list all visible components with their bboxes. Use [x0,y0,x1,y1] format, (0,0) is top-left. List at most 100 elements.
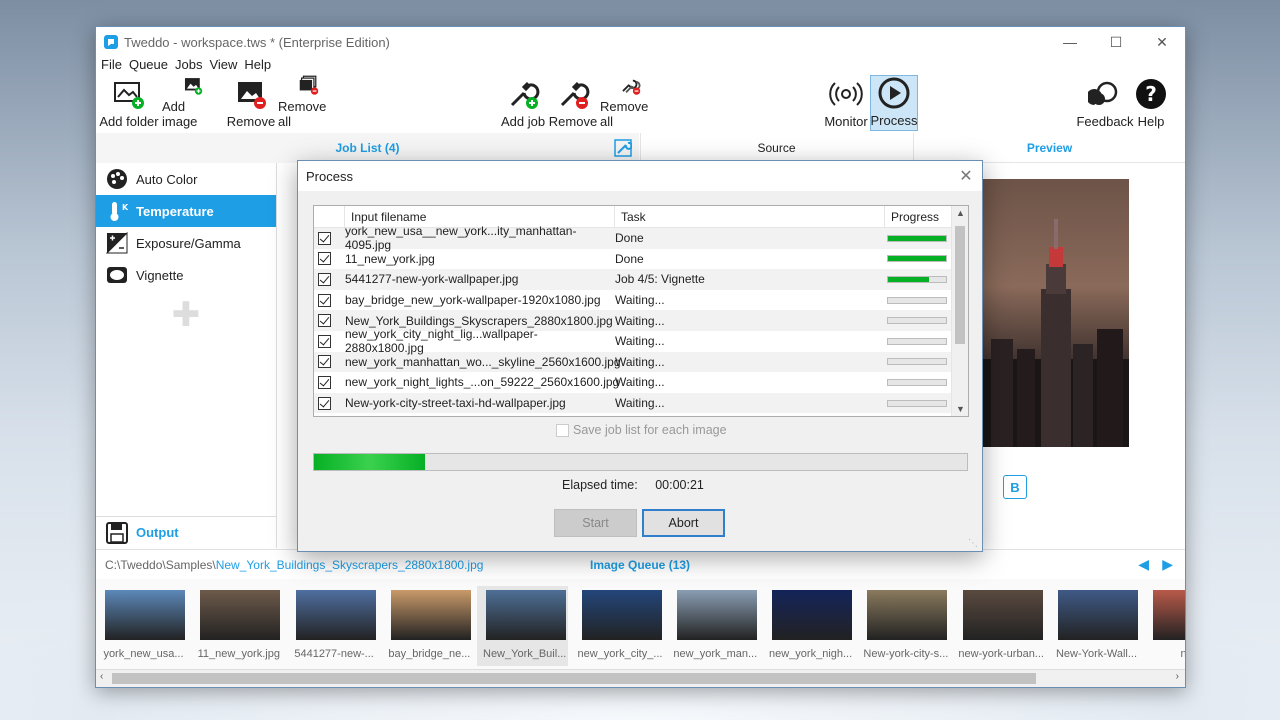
job-item-label: Exposure/Gamma [136,235,241,251]
thumbnail-caption: 11_new_york.jpg [197,648,280,660]
queue-thumbnail[interactable]: new-york-urban... [954,586,1045,666]
monitor-button[interactable]: Monitor [822,75,870,131]
table-row[interactable]: york_new_usa__new_york...ity_manhattan-4… [314,224,968,252]
output-item[interactable]: Output [96,516,277,548]
menu-file[interactable]: File [99,57,127,75]
start-button[interactable]: Start [554,509,637,537]
queue-thumbnail[interactable]: york_new_usa... [96,586,187,666]
header-task[interactable]: Task [615,206,885,227]
row-filename: new_york_night_lights_...on_59222_2560x1… [345,375,620,390]
thumbnail-caption: nurZ [1180,648,1185,660]
process-button[interactable]: Process [870,75,918,131]
queue-thumbnail[interactable]: 5441277-new-... [287,586,378,666]
queue-thumbnail[interactable]: new_york_city_... [573,586,664,666]
save-job-list-label: Save job list for each image [573,423,727,437]
remove-all-jobs-button[interactable]: Remove all [600,75,662,131]
queue-prev-icon[interactable]: ◀ [1138,556,1149,573]
table-row[interactable]: new_york_night_lights_...on_59222_2560x1… [314,372,968,393]
queue-thumbnail[interactable]: bay_bridge_ne... [382,586,473,666]
scroll-down-icon[interactable]: ▼ [952,404,968,414]
table-row[interactable]: new_york_manhattan_wo..._skyline_2560x16… [314,351,968,373]
queue-scrollbar[interactable]: ‹ › [96,669,1185,687]
save-job-list-option[interactable]: Save job list for each image [556,423,727,437]
row-checkbox[interactable] [318,396,331,410]
row-progress-fill [888,235,946,241]
job-item-auto-color[interactable]: Auto Color [96,163,276,195]
remove-job-button[interactable]: Remove [549,75,597,131]
header-progress[interactable]: Progress [885,206,953,227]
tab-job-list[interactable]: Job List (4) [96,133,639,163]
table-row[interactable]: bay_bridge_new_york-wallpaper-1920x1080.… [314,290,968,311]
maximize-icon[interactable]: ☐ [1093,27,1139,57]
table-vscroll[interactable]: ▲ ▼ [951,206,968,416]
resize-grip-icon[interactable]: ⋱ [968,538,978,549]
menu-help[interactable]: Help [242,57,276,75]
remove-all-images-button[interactable]: Remove all [278,75,340,131]
row-checkbox[interactable] [318,375,331,389]
queue-thumbnail[interactable]: new_york_nigh... [763,586,854,666]
header-check-col [314,206,345,227]
tab-preview[interactable]: Preview [913,133,1185,163]
row-checkbox[interactable] [318,252,331,266]
job-item-temperature[interactable]: K Temperature [96,195,276,227]
image-queue-label: Image Queue (13) [590,557,691,572]
path-file-link[interactable]: New_York_Buildings_Skyscrapers_2880x1800… [216,558,484,572]
tab-preview-label: Preview [1026,141,1073,155]
menu-jobs[interactable]: Jobs [173,57,207,75]
add-job-plus-icon[interactable]: ✚ [96,295,276,335]
menu-view[interactable]: View [207,57,242,75]
job-list-panel: Auto Color K Temperature Exposure/Gamma … [96,163,277,548]
tab-source[interactable]: Source [640,133,912,163]
row-checkbox[interactable] [318,355,331,369]
row-filename: 11_new_york.jpg [345,251,435,266]
row-checkbox[interactable] [318,231,331,245]
row-checkbox[interactable] [318,272,331,286]
remove-image-button[interactable]: Remove [227,75,275,131]
remove-image-icon [238,82,266,109]
abort-button[interactable]: Abort [642,509,725,537]
queue-thumbnail[interactable]: New-York-Wall... [1049,586,1140,666]
table-row[interactable]: 11_new_york.jpg Done [314,249,968,270]
before-toggle-button[interactable]: B [1003,475,1027,499]
queue-thumbnail[interactable]: New_York_Buil... [477,586,569,666]
thumbnail-image [486,590,567,640]
scroll-up-icon[interactable]: ▲ [952,208,968,218]
job-item-label: Auto Color [136,171,198,187]
scroll-right-icon[interactable]: › [1176,671,1179,682]
edit-job-icon[interactable] [614,139,632,157]
row-checkbox[interactable] [318,334,331,348]
queue-next-icon[interactable]: ▶ [1162,556,1173,573]
job-item-vignette[interactable]: Vignette [96,259,276,291]
menu-queue[interactable]: Queue [127,57,173,75]
thumbnail-image [772,590,853,640]
add-image-button[interactable]: Add image [162,75,224,131]
minimize-icon[interactable]: — [1047,27,1093,57]
table-row[interactable]: new_york_city_night_lig...wallpaper-2880… [314,327,968,355]
help-button[interactable]: ? Help [1134,75,1168,131]
row-checkbox[interactable] [318,314,331,328]
add-folder-button[interactable]: Add folder [99,75,159,131]
feedback-button[interactable]: Feedback [1076,75,1134,131]
job-item-exposure-gamma[interactable]: Exposure/Gamma [96,227,276,259]
queue-thumbnail[interactable]: New-york-city-s... [858,586,949,666]
queue-scrollbar-thumb[interactable] [112,673,1036,684]
row-filename: bay_bridge_new_york-wallpaper-1920x1080.… [345,293,601,308]
header-task-label: Task [621,209,646,224]
table-vscroll-thumb[interactable] [955,226,965,344]
elapsed-time: Elapsed time: 00:00:21 [562,478,704,492]
row-progress-bar [887,296,947,304]
add-job-button[interactable]: Add job [499,75,547,131]
thumbnail-image [581,590,662,640]
thermometer-icon: K [110,202,128,221]
save-job-list-checkbox[interactable] [556,423,569,437]
queue-thumbnail[interactable]: nurZ [1144,586,1185,666]
thumbnail-caption: new_york_nigh... [769,648,853,660]
scroll-left-icon[interactable]: ‹ [100,671,103,682]
table-row[interactable]: 5441277-new-york-wallpaper.jpg Job 4/5: V… [314,269,968,290]
close-icon[interactable]: ✕ [1139,27,1185,57]
row-checkbox[interactable] [318,293,331,307]
queue-thumbnail[interactable]: new_york_man... [668,586,759,666]
table-row[interactable]: New-york-city-street-taxi-hd-wallpaper.j… [314,392,968,414]
queue-thumbnail[interactable]: 11_new_york.jpg [191,586,282,666]
dialog-close-icon[interactable]: ✕ [950,166,982,186]
